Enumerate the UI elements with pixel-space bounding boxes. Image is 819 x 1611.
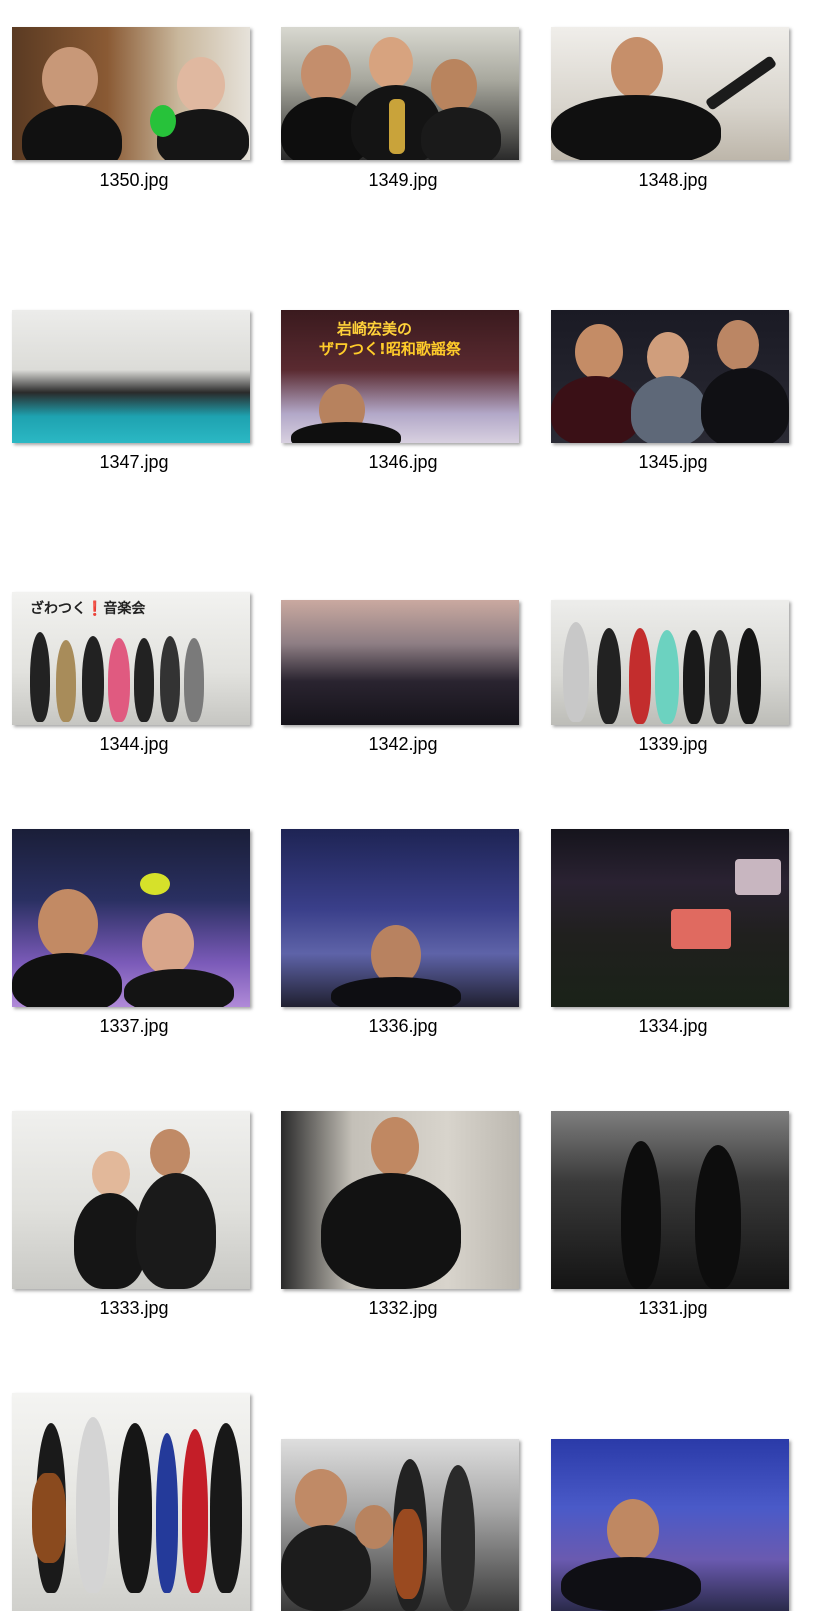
person-head (355, 1505, 393, 1549)
person-head (575, 324, 623, 380)
green-balloon-icon (150, 105, 176, 137)
person-figure (184, 638, 204, 722)
person-head (371, 1117, 419, 1177)
overlay-title: ざわつく❗音楽会 (30, 601, 146, 617)
thumbnail-caption[interactable]: 1350.jpg (14, 170, 254, 191)
thumbnail-1331[interactable] (551, 1111, 789, 1289)
cello-icon (32, 1473, 66, 1563)
person-head (38, 889, 98, 959)
person-figure (737, 628, 761, 724)
thumbnail-1346[interactable]: 岩崎宏美の ザワつく!昭和歌謡祭 (281, 310, 519, 443)
person-body (124, 969, 234, 1007)
thumbnail-caption[interactable]: 1336.jpg (283, 1016, 523, 1037)
thumbnail-caption[interactable]: 1344.jpg (14, 734, 254, 755)
thumbnail-1350[interactable] (12, 27, 250, 160)
photo-backstage-dark (551, 1111, 789, 1289)
person-head (150, 1129, 190, 1177)
person-figure (655, 630, 679, 724)
thumbnail-1349[interactable] (281, 27, 519, 160)
person-head (371, 925, 421, 985)
person-figure (160, 636, 180, 722)
person-body (12, 953, 122, 1007)
thumbnail-1333[interactable] (12, 1111, 250, 1289)
person-head (142, 913, 194, 975)
thumbnail-1330[interactable] (12, 1393, 250, 1611)
person-body (136, 1173, 216, 1289)
person-head (717, 320, 759, 370)
thumbnail-1342[interactable] (281, 600, 519, 725)
thumbnail-1337[interactable] (12, 829, 250, 1007)
banner-title-line2: ザワつく!昭和歌謡祭 (319, 340, 461, 358)
person-figure (629, 628, 651, 724)
thumbnail-1339[interactable] (551, 600, 789, 725)
thumbnail-caption[interactable]: 1348.jpg (553, 170, 793, 191)
person-figure (108, 638, 130, 722)
person-body (331, 977, 461, 1007)
person-figure (82, 636, 104, 722)
thumbnail-caption[interactable]: 1346.jpg (283, 452, 523, 473)
thumbnail-caption[interactable]: 1337.jpg (14, 1016, 254, 1037)
person-figure (709, 630, 731, 724)
person-figure (30, 632, 50, 722)
person-body (551, 376, 641, 443)
person-head (301, 45, 351, 103)
thumbnail-1328[interactable] (551, 1439, 789, 1611)
person-figure (683, 630, 705, 724)
saxophone-icon (389, 99, 405, 154)
person-body (551, 95, 721, 160)
banner-title-line1: 岩崎宏美の (337, 320, 413, 338)
stage-screen (735, 859, 781, 895)
person-head (369, 37, 413, 89)
thumbnail-caption[interactable]: 1342.jpg (283, 734, 523, 755)
person-head (607, 1499, 659, 1561)
person-silhouette (695, 1145, 741, 1289)
person-figure (118, 1423, 152, 1593)
person-figure (56, 640, 76, 722)
thumbnail-caption[interactable]: 1339.jpg (553, 734, 793, 755)
photo-concert-hall-audience (281, 600, 519, 725)
thumbnail-caption[interactable]: 1334.jpg (553, 1016, 793, 1037)
photo-arena-audience-lights (551, 829, 789, 1007)
person-body (321, 1173, 461, 1289)
thumbnail-1344[interactable]: ざわつく❗音楽会 (12, 592, 250, 725)
thumbnail-caption[interactable]: 1349.jpg (283, 170, 523, 191)
person-head (42, 47, 98, 111)
person-figure (597, 628, 621, 724)
person-body (561, 1557, 701, 1611)
person-body (631, 376, 707, 443)
thumbnail-1334[interactable] (551, 829, 789, 1007)
thumbnail-1347[interactable] (12, 310, 250, 443)
thumbnail-1329[interactable] (281, 1439, 519, 1611)
thumbnail-1336[interactable] (281, 829, 519, 1007)
thumbnail-caption[interactable]: 1345.jpg (553, 452, 793, 473)
thumbnail-1348[interactable] (551, 27, 789, 160)
person-figure (210, 1423, 242, 1593)
person-head (295, 1469, 347, 1529)
thumbnail-caption[interactable]: 1331.jpg (553, 1298, 793, 1319)
person-body (701, 368, 789, 443)
thumbnail-1345[interactable] (551, 310, 789, 443)
person-figure (563, 622, 589, 722)
person-figure (182, 1429, 208, 1593)
person-head (92, 1151, 130, 1197)
stage-screen (671, 909, 731, 949)
person-head (431, 59, 477, 113)
person-figure (441, 1465, 475, 1611)
person-head (177, 57, 225, 113)
person-figure (76, 1417, 110, 1593)
person-silhouette (621, 1141, 661, 1289)
thumbnail-caption[interactable]: 1332.jpg (283, 1298, 523, 1319)
cello-icon (393, 1509, 423, 1599)
thumbnail-caption[interactable]: 1333.jpg (14, 1298, 254, 1319)
person-head (611, 37, 663, 99)
person-figure (134, 638, 154, 722)
person-figure (156, 1433, 178, 1593)
thumbnail-caption[interactable]: 1347.jpg (14, 452, 254, 473)
person-head (647, 332, 689, 382)
photo-group-teal-dresses (12, 310, 250, 443)
maraca-icon (140, 873, 170, 895)
thumbnail-1332[interactable] (281, 1111, 519, 1289)
person-body (421, 107, 501, 160)
